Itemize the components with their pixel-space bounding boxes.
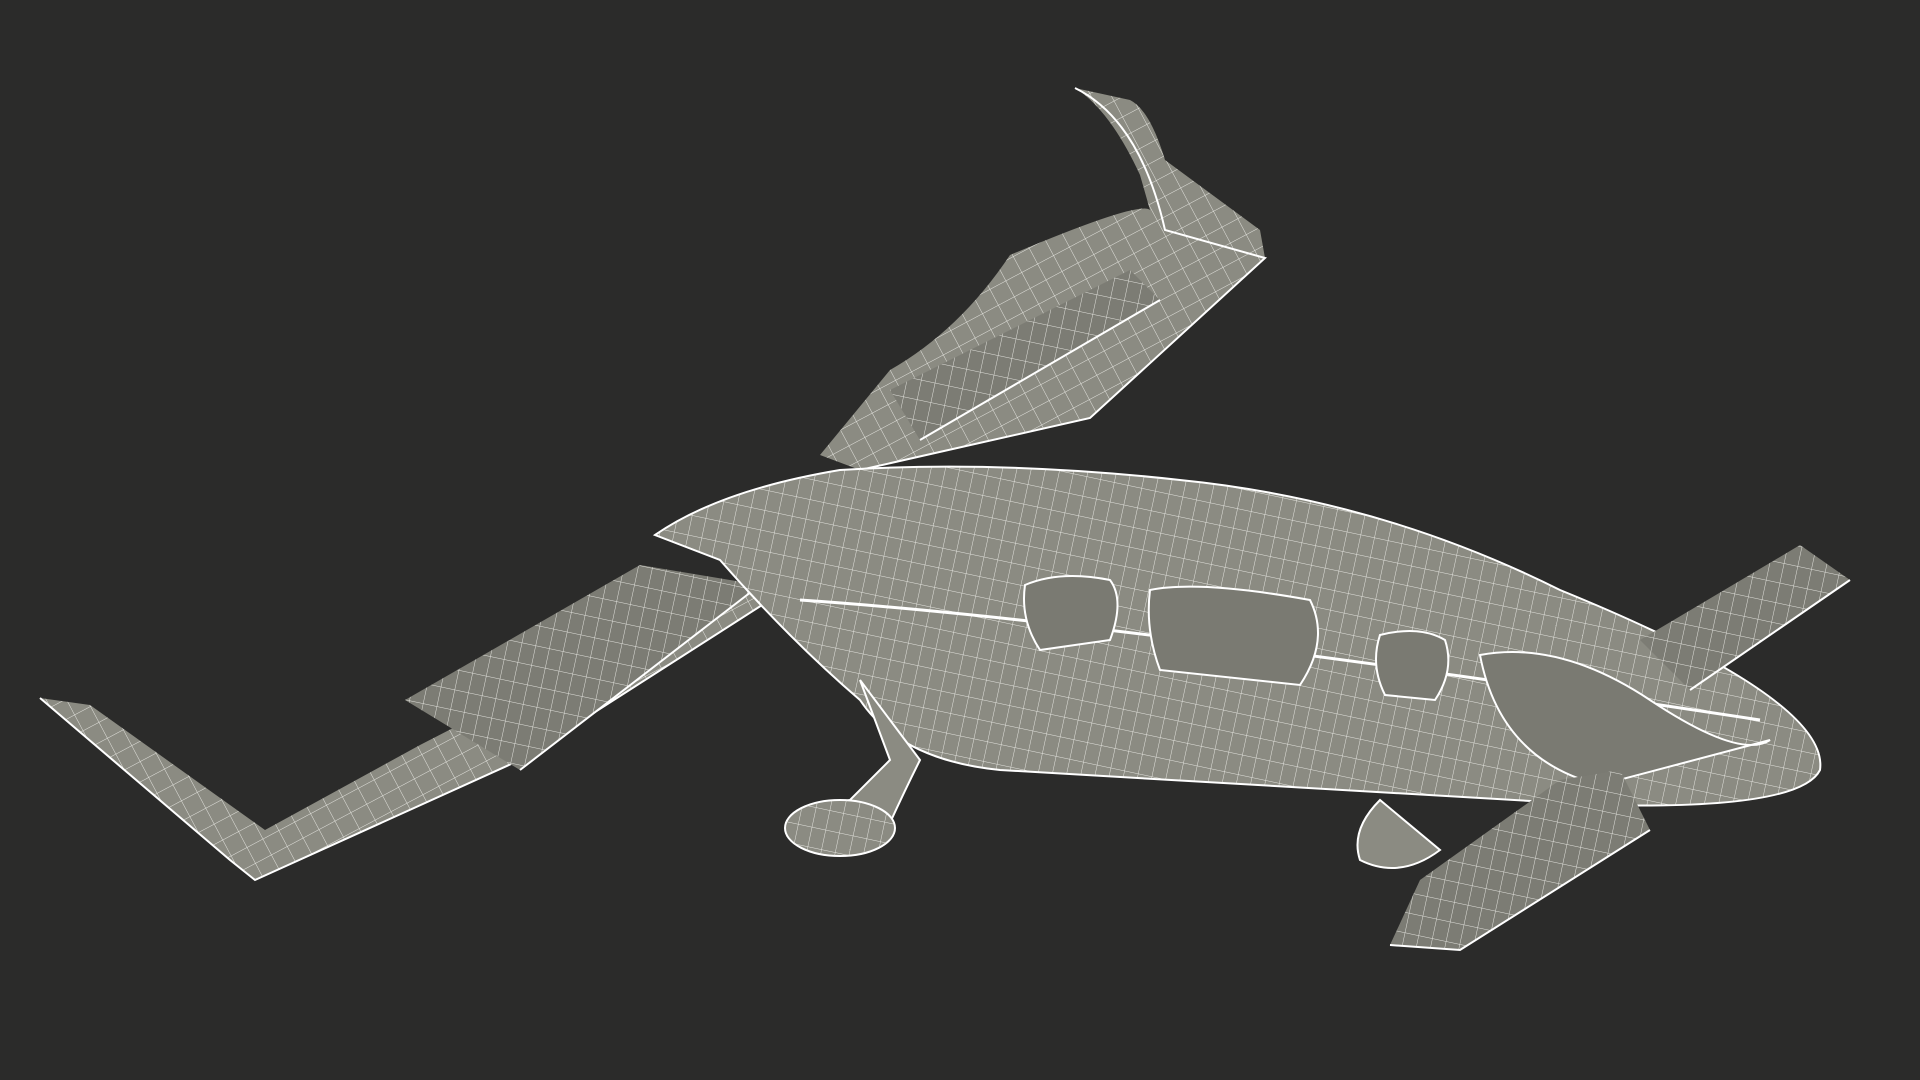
render-viewport (0, 0, 1920, 1080)
aircraft-wireframe-render (39, 87, 1851, 952)
right-wing (820, 87, 1268, 471)
tail-rotor-upper (1640, 545, 1851, 691)
belly-fin-right (1356, 798, 1442, 869)
